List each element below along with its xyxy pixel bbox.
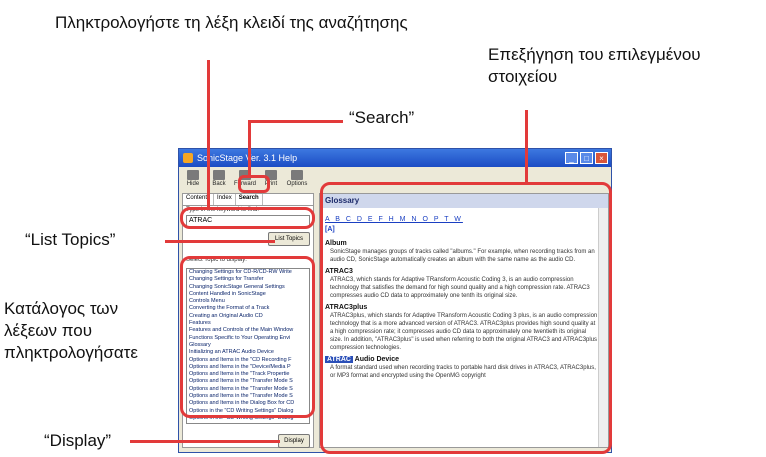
hide-icon <box>187 170 199 180</box>
annotation-search: “Search” <box>349 108 415 127</box>
catalog-callout-box <box>180 256 315 418</box>
explanation-callout-line <box>525 110 528 184</box>
maximize-button[interactable]: □ <box>580 152 593 164</box>
display-callout-line <box>130 440 280 443</box>
list-topics-callout-line <box>165 240 275 243</box>
annotation-explanation: Επεξήγηση του επιλεγμένου στοιχείου <box>488 45 701 86</box>
annotation-catalog: Κατάλογος των λέξεων που πληκτρολογήσατε <box>4 299 138 362</box>
close-button[interactable]: × <box>595 152 608 164</box>
hide-button[interactable]: Hide <box>183 167 203 193</box>
annotation-display: “Display” <box>44 431 112 450</box>
explanation-callout-box <box>320 182 612 454</box>
list-topics-button[interactable]: List Topics <box>268 232 310 246</box>
title-bar: SonicStage Ver. 3.1 Help _ □ × <box>179 149 611 167</box>
tab-index[interactable]: Index <box>214 194 236 205</box>
keyword-callout-line <box>207 60 210 210</box>
minimize-button[interactable]: _ <box>565 152 578 164</box>
app-icon <box>183 153 193 163</box>
search-callout-line-horizontal <box>248 120 343 123</box>
tab-search[interactable]: Search <box>236 194 263 205</box>
annotation-keyword: Πληκτρολογήστε τη λέξη κλειδί της αναζήτ… <box>55 13 408 32</box>
back-icon <box>213 170 225 180</box>
display-button[interactable]: Display <box>278 434 310 448</box>
options-button[interactable]: Options <box>287 167 307 193</box>
options-icon <box>291 170 303 180</box>
back-button[interactable]: Back <box>209 167 229 193</box>
keyword-callout-box <box>180 207 315 229</box>
annotation-list-topics: “List Topics” <box>25 230 116 249</box>
search-tab-callout-box <box>238 175 270 193</box>
search-callout-line <box>248 120 251 178</box>
